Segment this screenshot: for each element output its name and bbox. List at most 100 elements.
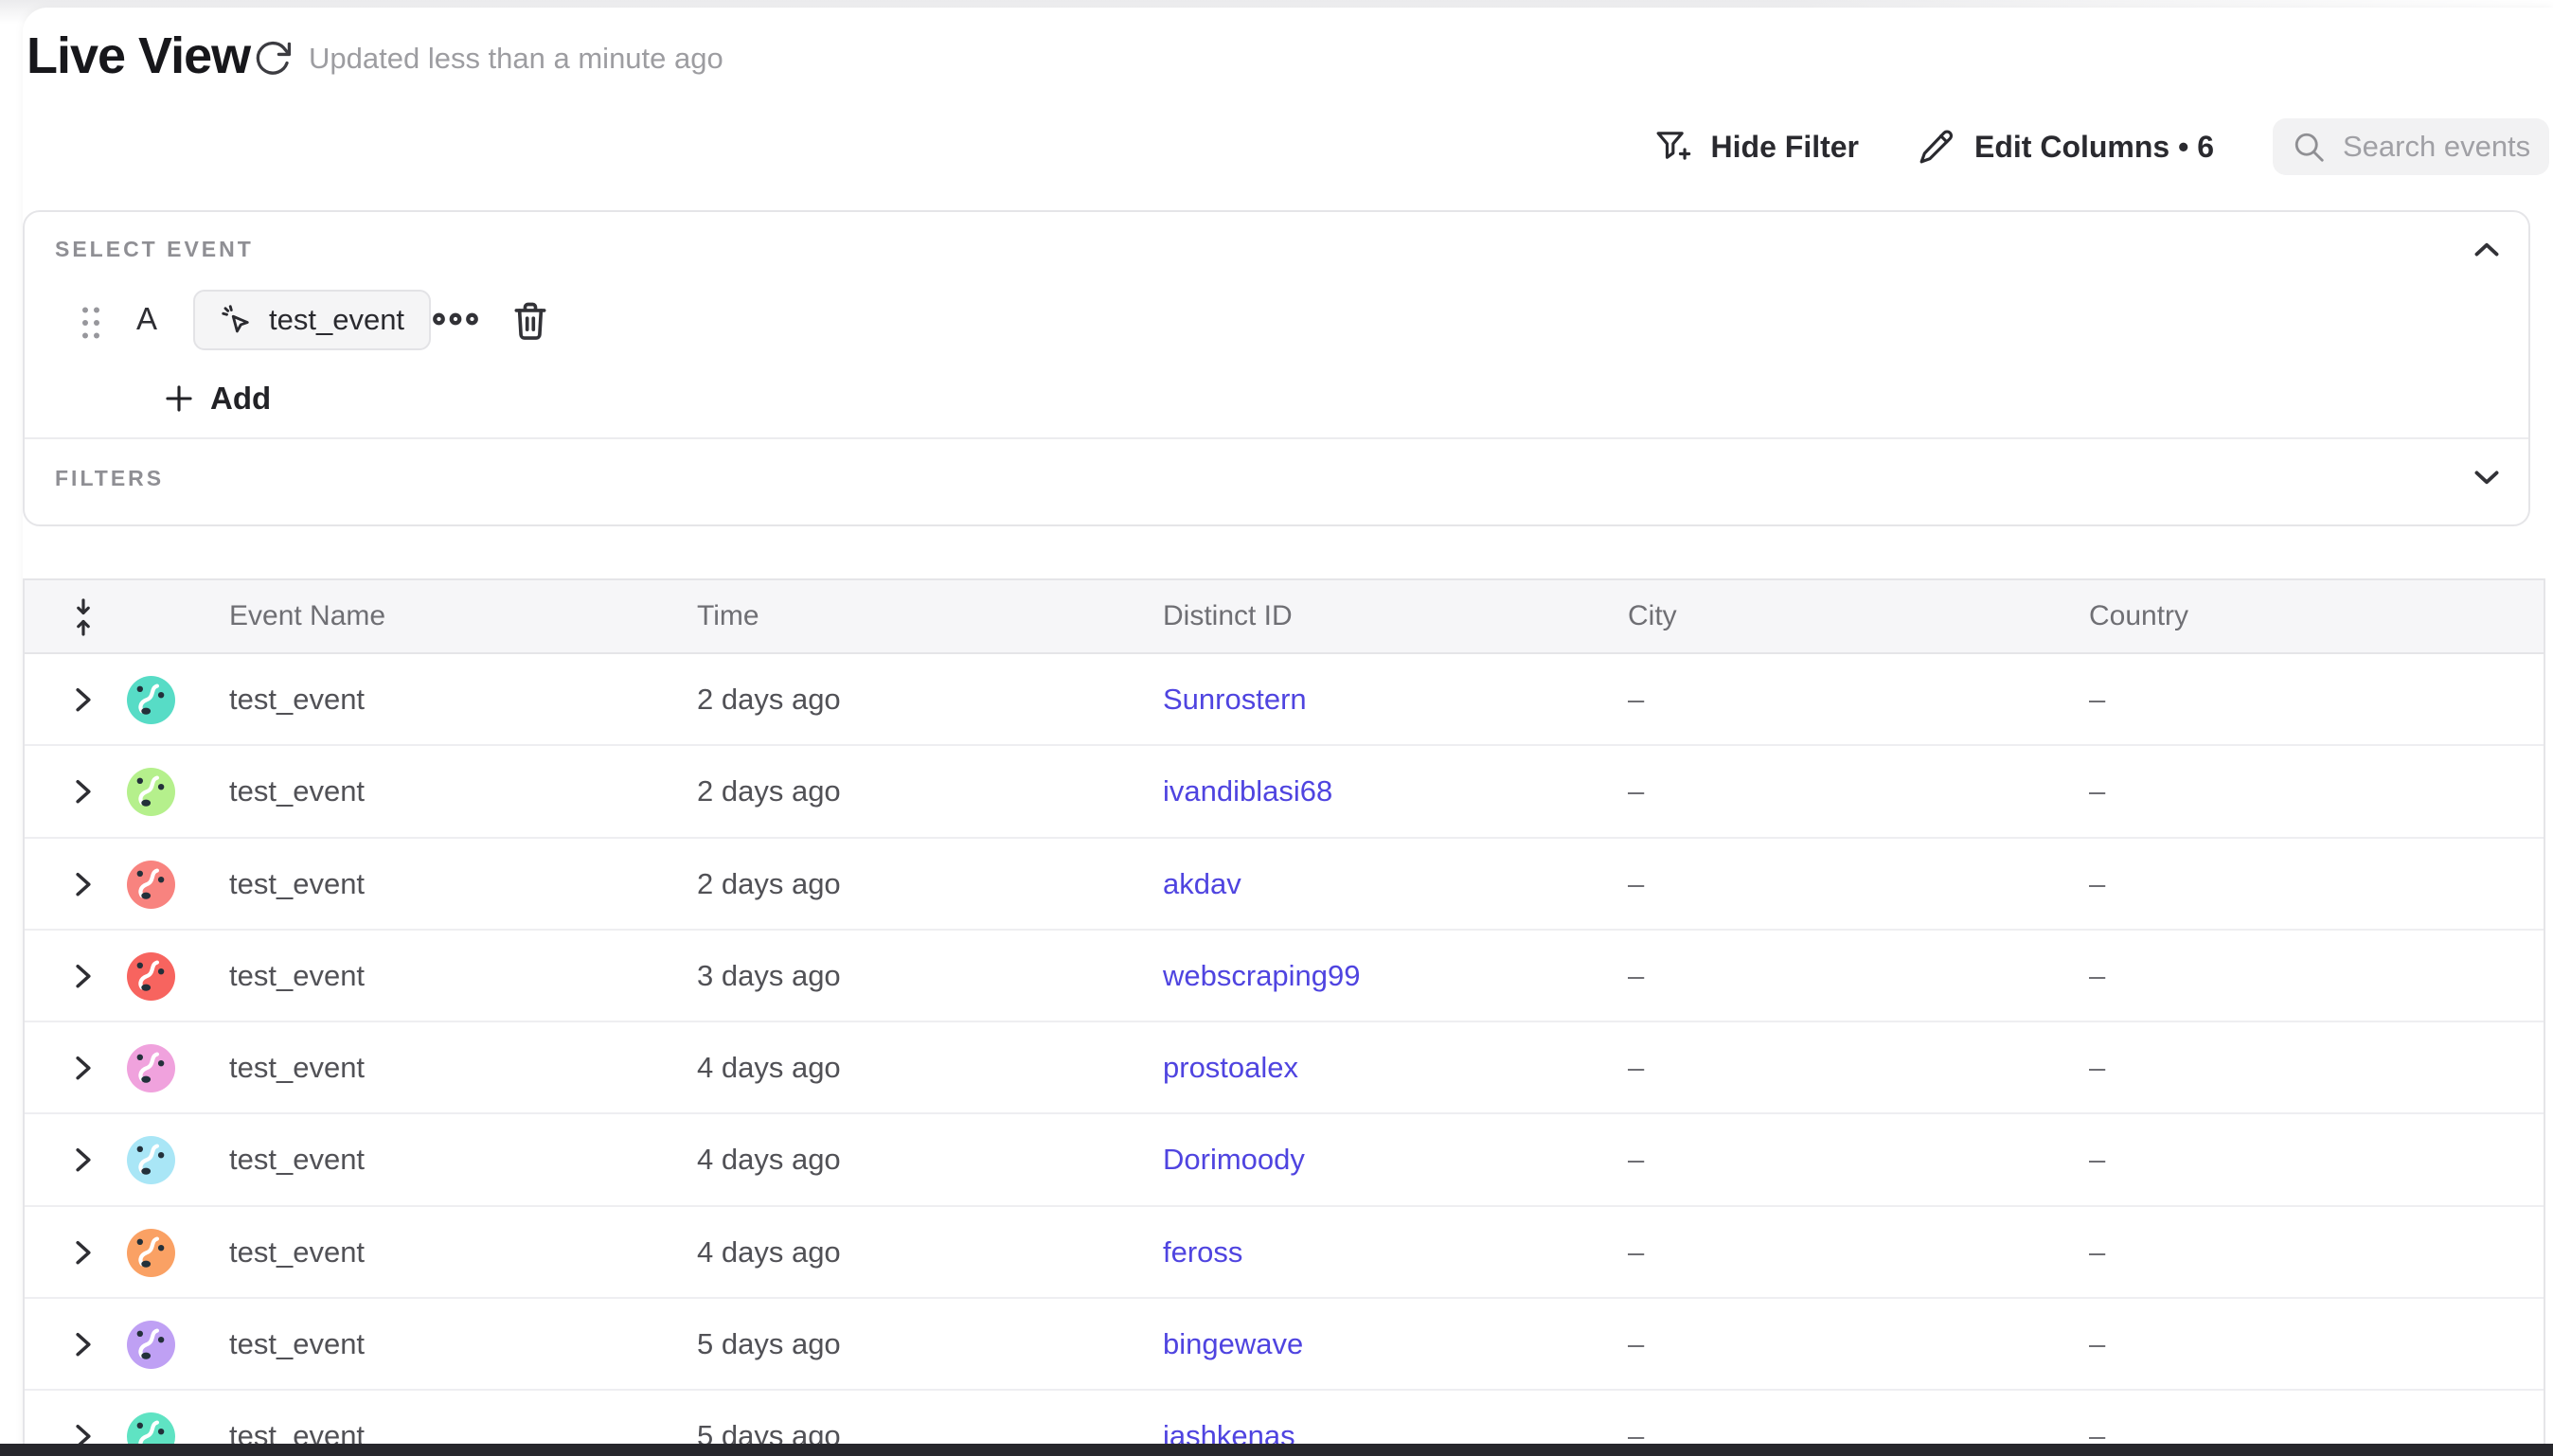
- live-view-page: Live View Updated less than a minute ago…: [0, 0, 2553, 1456]
- city-cell: –: [1628, 654, 1644, 744]
- add-button-label: Add: [210, 381, 271, 417]
- avatar: [127, 676, 175, 724]
- city-cell: –: [1628, 746, 1644, 836]
- chevron-right-icon[interactable]: [70, 962, 97, 990]
- table-row[interactable]: test_event 5 days ago bingewave – –: [25, 1299, 2544, 1391]
- chevron-right-icon[interactable]: [70, 870, 97, 898]
- avatar: [127, 861, 175, 909]
- event-name-cell: test_event: [229, 654, 365, 744]
- distinct-id-link[interactable]: feross: [1163, 1207, 1242, 1297]
- time-cell: 4 days ago: [697, 1207, 841, 1297]
- time-cell: 2 days ago: [697, 746, 841, 836]
- table-body: test_event 2 days ago Sunrostern – – tes…: [25, 654, 2544, 1456]
- event-row: A test_event: [25, 290, 2528, 350]
- column-header-country[interactable]: Country: [2089, 580, 2188, 652]
- column-header-event-name[interactable]: Event Name: [229, 580, 385, 652]
- refresh-icon[interactable]: [252, 38, 294, 80]
- column-header-time[interactable]: Time: [697, 580, 759, 652]
- column-header-distinct-id[interactable]: Distinct ID: [1163, 580, 1293, 652]
- search-box[interactable]: [2273, 118, 2549, 175]
- event-name-cell: test_event: [229, 931, 365, 1021]
- country-cell: –: [2089, 746, 2105, 836]
- time-cell: 3 days ago: [697, 931, 841, 1021]
- pencil-icon: [1918, 128, 1955, 166]
- event-name-cell: test_event: [229, 1299, 365, 1389]
- distinct-id-link[interactable]: prostoalex: [1163, 1022, 1298, 1112]
- event-name-cell: test_event: [229, 1207, 365, 1297]
- avatar: [127, 1321, 175, 1369]
- panel-divider: [25, 437, 2528, 439]
- avatar: [127, 1044, 175, 1092]
- table-row[interactable]: test_event 4 days ago feross – –: [25, 1207, 2544, 1299]
- event-selector-chip[interactable]: test_event: [193, 290, 431, 350]
- avatar: [127, 952, 175, 1001]
- city-cell: –: [1628, 1022, 1644, 1112]
- search-input[interactable]: [2343, 130, 2530, 164]
- country-cell: –: [2089, 1114, 2105, 1204]
- avatar: [127, 768, 175, 816]
- country-cell: –: [2089, 1022, 2105, 1112]
- avatar: [127, 1229, 175, 1277]
- chevron-right-icon[interactable]: [70, 1330, 97, 1358]
- event-name-cell: test_event: [229, 1022, 365, 1112]
- country-cell: –: [2089, 654, 2105, 744]
- hide-filter-label: Hide Filter: [1711, 130, 1859, 165]
- trash-icon[interactable]: [509, 299, 551, 343]
- query-builder-panel: SELECT EVENT A: [23, 210, 2530, 526]
- edit-columns-button[interactable]: Edit Columns • 6: [1918, 128, 2214, 166]
- country-cell: –: [2089, 1299, 2105, 1389]
- chevron-right-icon[interactable]: [70, 1145, 97, 1174]
- chevron-right-icon[interactable]: [70, 685, 97, 714]
- add-event-button[interactable]: Add: [163, 375, 271, 422]
- filters-section-label: FILTERS: [55, 466, 164, 491]
- updated-status: Updated less than a minute ago: [309, 42, 723, 76]
- distinct-id-link[interactable]: webscraping99: [1163, 931, 1361, 1021]
- page-title: Live View: [27, 27, 250, 85]
- city-cell: –: [1628, 1299, 1644, 1389]
- avatar: [127, 1136, 175, 1184]
- table-row[interactable]: test_event 3 days ago webscraping99 – –: [25, 931, 2544, 1022]
- chevron-right-icon[interactable]: [70, 1238, 97, 1267]
- chevron-right-icon[interactable]: [70, 1054, 97, 1082]
- city-cell: –: [1628, 1207, 1644, 1297]
- table-row[interactable]: test_event 4 days ago prostoalex – –: [25, 1022, 2544, 1114]
- distinct-id-link[interactable]: ivandiblasi68: [1163, 746, 1332, 836]
- cursor-click-icon: [220, 303, 254, 337]
- select-event-section-label: SELECT EVENT: [55, 237, 254, 262]
- distinct-id-link[interactable]: Dorimoody: [1163, 1114, 1305, 1204]
- country-cell: –: [2089, 931, 2105, 1021]
- collapse-rows-icon[interactable]: [66, 597, 100, 637]
- table-row[interactable]: test_event 2 days ago akdav – –: [25, 839, 2544, 931]
- city-cell: –: [1628, 1114, 1644, 1204]
- plus-icon: [163, 382, 195, 415]
- bottom-window-bar: [0, 1444, 2553, 1456]
- table-row[interactable]: test_event 2 days ago Sunrostern – –: [25, 654, 2544, 746]
- time-cell: 2 days ago: [697, 839, 841, 929]
- edit-columns-label: Edit Columns • 6: [1974, 130, 2214, 165]
- drag-handle-icon[interactable]: [74, 303, 108, 341]
- country-cell: –: [2089, 1207, 2105, 1297]
- distinct-id-link[interactable]: akdav: [1163, 839, 1241, 929]
- more-options-icon[interactable]: [432, 305, 479, 335]
- toolbar: Hide Filter Edit Columns • 6: [1654, 117, 2549, 176]
- event-row-letter: A: [136, 301, 157, 337]
- chevron-right-icon[interactable]: [70, 777, 97, 806]
- distinct-id-link[interactable]: Sunrostern: [1163, 654, 1307, 744]
- distinct-id-link[interactable]: bingewave: [1163, 1299, 1303, 1389]
- city-cell: –: [1628, 839, 1644, 929]
- table-row[interactable]: test_event 2 days ago ivandiblasi68 – –: [25, 746, 2544, 838]
- city-cell: –: [1628, 931, 1644, 1021]
- chevron-down-icon[interactable]: [2470, 460, 2504, 494]
- column-header-city[interactable]: City: [1628, 580, 1677, 652]
- table-header: Event Name Time Distinct ID City Country: [25, 580, 2544, 654]
- country-cell: –: [2089, 839, 2105, 929]
- events-table: Event Name Time Distinct ID City Country…: [23, 578, 2545, 1456]
- time-cell: 4 days ago: [697, 1022, 841, 1112]
- hide-filter-button[interactable]: Hide Filter: [1654, 128, 1859, 166]
- time-cell: 5 days ago: [697, 1299, 841, 1389]
- chevron-up-icon[interactable]: [2470, 233, 2504, 267]
- time-cell: 4 days ago: [697, 1114, 841, 1204]
- event-name-cell: test_event: [229, 1114, 365, 1204]
- table-row[interactable]: test_event 4 days ago Dorimoody – –: [25, 1114, 2544, 1206]
- event-name-cell: test_event: [229, 839, 365, 929]
